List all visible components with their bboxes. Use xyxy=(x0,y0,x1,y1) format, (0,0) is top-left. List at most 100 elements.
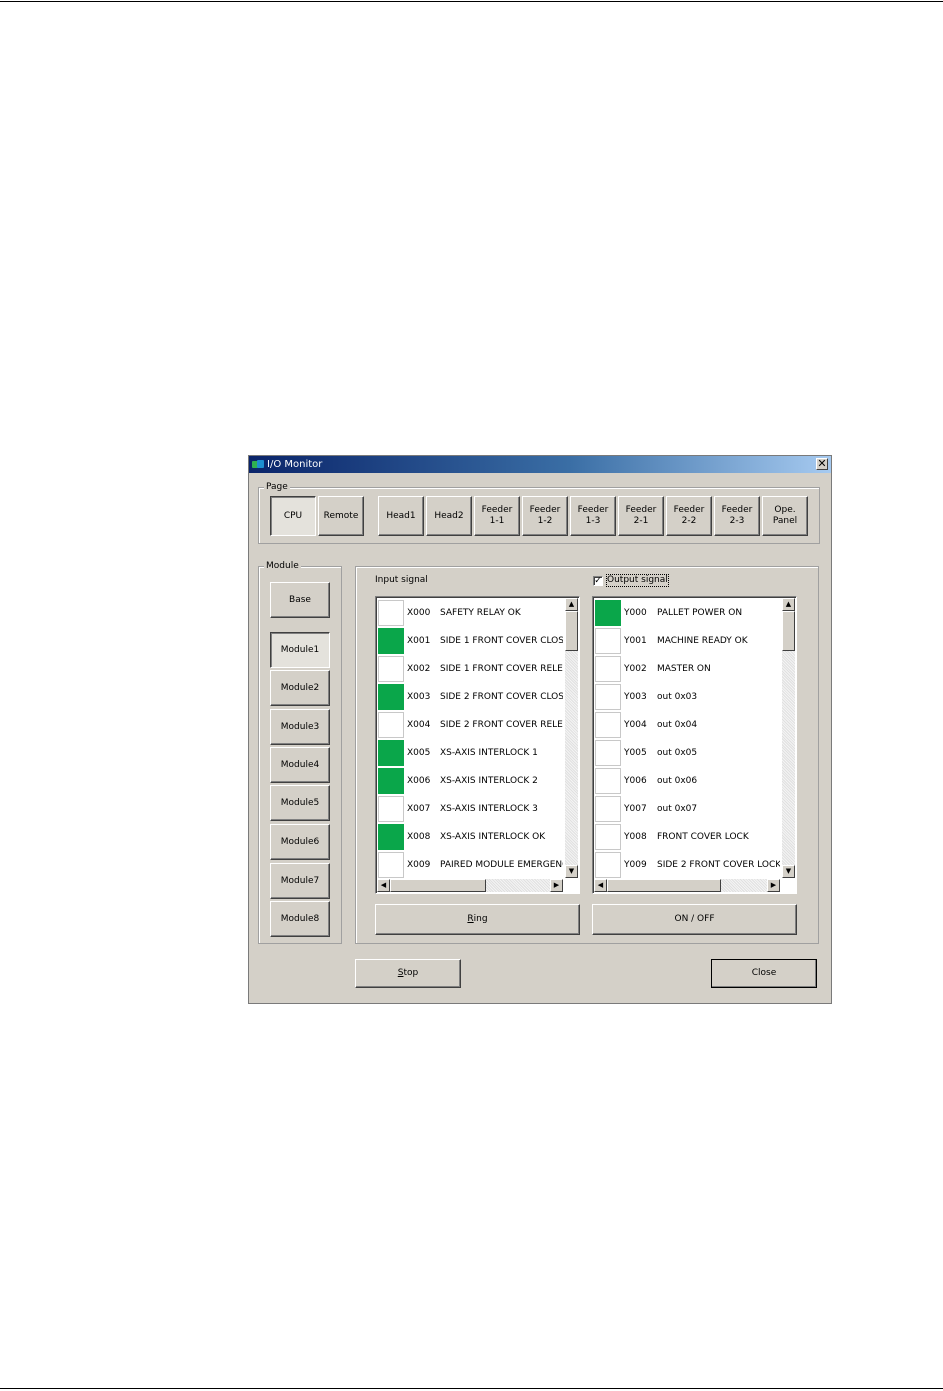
output-signal-label[interactable]: Output signal xyxy=(606,574,669,587)
page-button-feeder-1-1[interactable]: Feeder 1-1 xyxy=(474,496,520,536)
module-button-module6[interactable]: Module6 xyxy=(270,824,330,860)
module-button-module2[interactable]: Module2 xyxy=(270,670,330,706)
scroll-thumb[interactable] xyxy=(782,611,795,651)
scroll-up-icon[interactable]: ▲ xyxy=(782,598,795,611)
signal-state-indicator xyxy=(595,740,621,766)
scroll-down-icon[interactable]: ▼ xyxy=(565,865,578,878)
signal-code: X005 xyxy=(407,748,431,758)
signal-name: XS-AXIS INTERLOCK 1 xyxy=(440,748,538,758)
signal-code: Y006 xyxy=(624,776,647,786)
module-button-module3[interactable]: Module3 xyxy=(270,709,330,745)
close-button[interactable]: Close xyxy=(711,959,817,988)
output-signal-row[interactable]: Y003 out 0x03 xyxy=(595,683,780,711)
signal-state-indicator xyxy=(595,656,621,682)
module-button-module5[interactable]: Module5 xyxy=(270,785,330,821)
page-button-remote[interactable]: Remote xyxy=(318,496,364,536)
page-button-head2[interactable]: Head2 xyxy=(426,496,472,536)
title-bar[interactable]: I/O Monitor ✕ xyxy=(249,456,831,473)
scroll-right-icon[interactable]: ▶ xyxy=(767,879,780,892)
signal-code: X009 xyxy=(407,860,431,870)
output-signal-row[interactable]: Y002 MASTER ON xyxy=(595,655,780,683)
signal-code: Y005 xyxy=(624,748,647,758)
scroll-thumb[interactable] xyxy=(607,879,721,892)
signal-name: XS-AXIS INTERLOCK 3 xyxy=(440,804,538,814)
input-horizontal-scrollbar[interactable]: ◀ ▶ xyxy=(377,879,563,892)
stop-button[interactable]: Stop xyxy=(355,959,461,988)
input-signal-row[interactable]: X008 XS-AXIS INTERLOCK OK xyxy=(378,823,563,851)
module-button-module4[interactable]: Module4 xyxy=(270,747,330,783)
output-signal-checkbox[interactable]: ✓ xyxy=(593,576,603,586)
scroll-left-icon[interactable]: ◀ xyxy=(377,879,390,892)
signal-name: out 0x04 xyxy=(657,720,698,730)
module-button-base[interactable]: Base xyxy=(270,582,330,618)
signal-code: Y009 xyxy=(624,860,647,870)
input-signal-row[interactable]: X003 SIDE 2 FRONT COVER CLOSE xyxy=(378,683,563,711)
close-icon[interactable]: ✕ xyxy=(816,458,828,470)
page-button-ope-panel[interactable]: Ope. Panel xyxy=(762,496,808,536)
page-button-cpu[interactable]: CPU xyxy=(270,496,316,536)
signal-name: XS-AXIS INTERLOCK OK xyxy=(440,832,546,842)
ring-button[interactable]: Ring xyxy=(375,904,580,935)
signal-state-indicator xyxy=(378,712,404,738)
page-button-feeder-2-3[interactable]: Feeder 2-3 xyxy=(714,496,760,536)
signal-code: X004 xyxy=(407,720,431,730)
signal-name: SIDE 1 FRONT COVER CLOSE xyxy=(440,636,563,646)
signal-code: X007 xyxy=(407,804,431,814)
ring-label-rest: ing xyxy=(473,914,488,924)
signal-name: out 0x07 xyxy=(657,804,698,814)
input-signal-row[interactable]: X005 XS-AXIS INTERLOCK 1 xyxy=(378,739,563,767)
signal-name: PALLET POWER ON xyxy=(657,608,743,618)
output-vertical-scrollbar[interactable]: ▲ ▼ xyxy=(782,598,795,878)
input-signal-row[interactable]: X001 SIDE 1 FRONT COVER CLOSE xyxy=(378,627,563,655)
signal-state-indicator xyxy=(595,684,621,710)
output-signal-row[interactable]: Y009 SIDE 2 FRONT COVER LOCK xyxy=(595,851,780,879)
page-button-head1[interactable]: Head1 xyxy=(378,496,424,536)
input-signal-list[interactable]: X000 SAFETY RELAY OK X001 SIDE 1 FRONT COVE… xyxy=(375,596,580,894)
signal-name: SAFETY RELAY OK xyxy=(440,608,521,618)
input-signal-row[interactable]: X004 SIDE 2 FRONT COVER RELEA: xyxy=(378,711,563,739)
page-button-feeder-2-1[interactable]: Feeder 2-1 xyxy=(618,496,664,536)
output-signal-row[interactable]: Y004 out 0x04 xyxy=(595,711,780,739)
scroll-up-icon[interactable]: ▲ xyxy=(565,598,578,611)
input-vertical-scrollbar[interactable]: ▲ ▼ xyxy=(565,598,578,878)
signal-code: X006 xyxy=(407,776,431,786)
output-horizontal-scrollbar[interactable]: ◀ ▶ xyxy=(594,879,780,892)
signal-state-indicator xyxy=(595,796,621,822)
input-signal-row[interactable]: X002 SIDE 1 FRONT COVER RELEA: xyxy=(378,655,563,683)
scroll-left-icon[interactable]: ◀ xyxy=(594,879,607,892)
input-signal-row[interactable]: X006 XS-AXIS INTERLOCK 2 xyxy=(378,767,563,795)
signal-state-indicator xyxy=(595,628,621,654)
signal-code: X000 xyxy=(407,608,431,618)
module-button-module8[interactable]: Module8 xyxy=(270,901,330,937)
page-button-feeder-2-2[interactable]: Feeder 2-2 xyxy=(666,496,712,536)
output-signal-row[interactable]: Y000 PALLET POWER ON xyxy=(595,599,780,627)
input-signal-row[interactable]: X007 XS-AXIS INTERLOCK 3 xyxy=(378,795,563,823)
output-signal-list[interactable]: Y000 PALLET POWER ON Y001 MACHINE READY OK Y… xyxy=(592,596,797,894)
signal-state-indicator xyxy=(378,740,404,766)
page-bottom-rule xyxy=(0,1388,943,1389)
scroll-thumb[interactable] xyxy=(565,611,578,651)
signal-code: X002 xyxy=(407,664,431,674)
signal-name: out 0x05 xyxy=(657,748,698,758)
page-button-feeder-1-2[interactable]: Feeder 1-2 xyxy=(522,496,568,536)
signal-state-indicator xyxy=(378,824,404,850)
output-signal-row[interactable]: Y005 out 0x05 xyxy=(595,739,780,767)
signal-code: Y003 xyxy=(624,692,647,702)
output-signal-row[interactable]: Y008 FRONT COVER LOCK xyxy=(595,823,780,851)
scroll-thumb[interactable] xyxy=(390,879,486,892)
module-button-module1[interactable]: Module1 xyxy=(270,632,330,668)
page-group: Page CPU Remote Head1 Head2 Feeder 1-1 F… xyxy=(258,482,820,544)
page-group-legend: Page xyxy=(264,482,290,493)
input-signal-row[interactable]: X000 SAFETY RELAY OK xyxy=(378,599,563,627)
page-button-feeder-1-3[interactable]: Feeder 1-3 xyxy=(570,496,616,536)
module-button-module7[interactable]: Module7 xyxy=(270,863,330,899)
scroll-right-icon[interactable]: ▶ xyxy=(550,879,563,892)
scroll-down-icon[interactable]: ▼ xyxy=(782,865,795,878)
signal-name: out 0x03 xyxy=(657,692,698,702)
signal-code: X001 xyxy=(407,636,431,646)
output-signal-row[interactable]: Y001 MACHINE READY OK xyxy=(595,627,780,655)
output-signal-row[interactable]: Y007 out 0x07 xyxy=(595,795,780,823)
output-signal-row[interactable]: Y006 out 0x06 xyxy=(595,767,780,795)
on-off-button[interactable]: ON / OFF xyxy=(592,904,797,935)
input-signal-row[interactable]: X009 PAIRED MODULE EMERGENCY xyxy=(378,851,563,879)
